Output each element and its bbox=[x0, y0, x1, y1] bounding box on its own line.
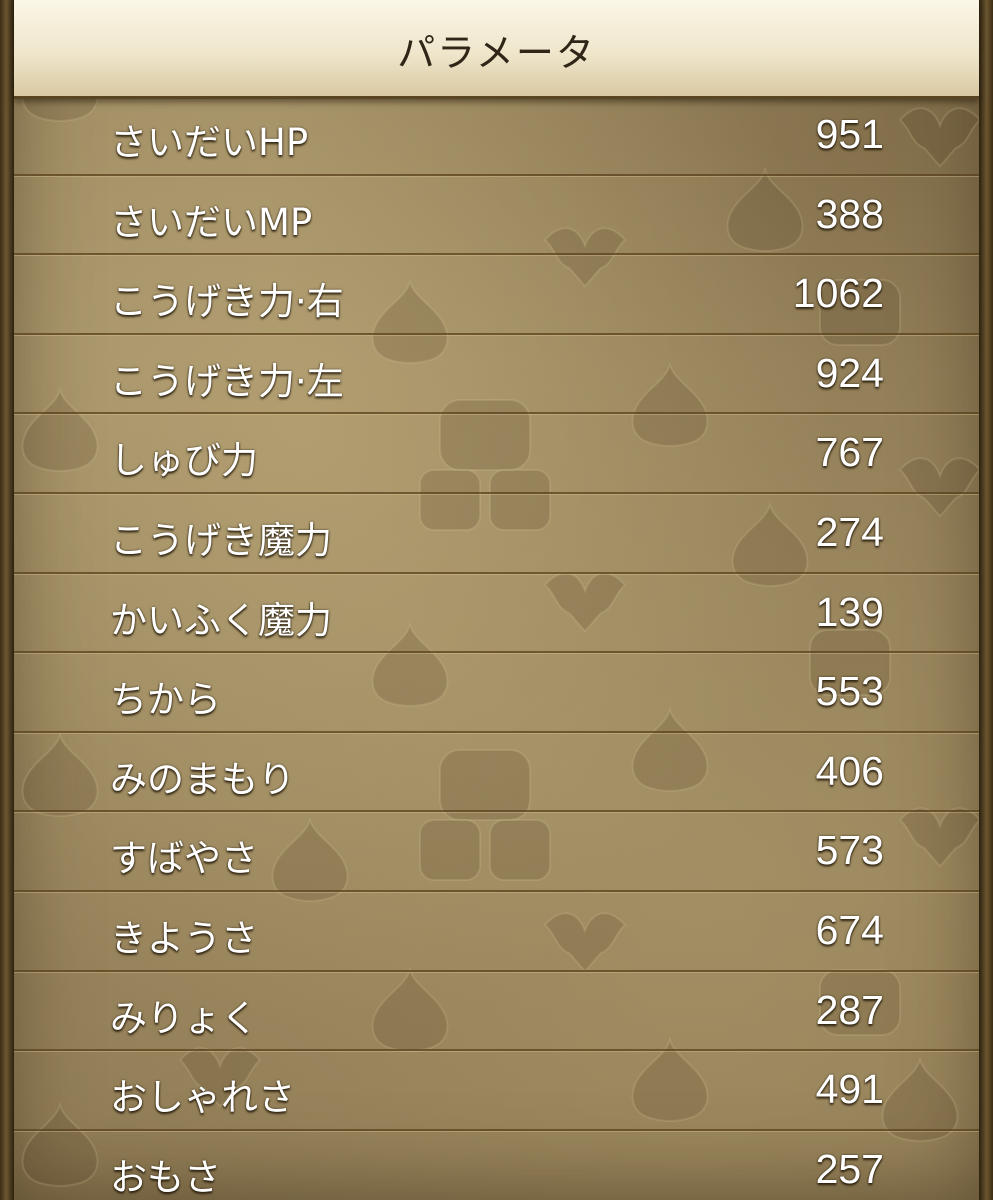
parameter-label: みりょく bbox=[110, 996, 258, 1040]
page-title: パラメータ bbox=[397, 31, 596, 75]
parameter-label: しゅび力 bbox=[110, 439, 258, 483]
parameter-label: きようさ bbox=[110, 916, 258, 960]
parameter-label: こうげき魔力 bbox=[110, 518, 332, 562]
parameter-value: 573 bbox=[815, 827, 884, 874]
parameter-value: 674 bbox=[815, 906, 884, 953]
parameter-panel: パラメータ さいだいHP 951 さいだいMP 388 こうげき力·右 1062… bbox=[0, 0, 993, 1200]
parameter-row-defense: しゅび力 767 bbox=[14, 414, 979, 494]
parameter-row-heal-magic: かいふく魔力 139 bbox=[14, 574, 979, 654]
parameter-row-charm: みりょく 287 bbox=[14, 972, 979, 1052]
parameter-label: こうげき力·右 bbox=[110, 280, 344, 324]
parameter-row-strength: ちから 553 bbox=[14, 653, 979, 733]
parameter-value: 1062 bbox=[792, 270, 884, 317]
parameter-row-protection: みのまもり 406 bbox=[14, 733, 979, 813]
parameter-row-style: おしゃれさ 491 bbox=[14, 1051, 979, 1131]
parameter-value: 491 bbox=[815, 1066, 884, 1113]
parameter-label: こうげき力·左 bbox=[110, 359, 344, 403]
parameter-label: すばやさ bbox=[110, 837, 258, 881]
parameter-value: 767 bbox=[815, 429, 884, 476]
parameter-row-max-hp: さいだいHP 951 bbox=[14, 96, 979, 176]
parameter-row-agility: すばやさ 573 bbox=[14, 812, 979, 892]
parameter-label: おしゃれさ bbox=[110, 1076, 295, 1120]
parameter-value: 406 bbox=[815, 747, 884, 794]
header-bar: パラメータ bbox=[14, 0, 979, 99]
parameter-label: さいだいMP bbox=[110, 200, 313, 244]
parameter-label: かいふく魔力 bbox=[110, 598, 332, 642]
parameter-value: 274 bbox=[815, 508, 884, 555]
parameter-value: 257 bbox=[815, 1145, 884, 1192]
parameter-value: 553 bbox=[815, 668, 884, 715]
parameter-row-attack-left: こうげき力·左 924 bbox=[14, 335, 979, 415]
parameter-label: ちから bbox=[110, 678, 221, 722]
right-frame-rail bbox=[979, 0, 993, 1200]
parameter-value: 388 bbox=[815, 190, 884, 237]
parameter-row-attack-magic: こうげき魔力 274 bbox=[14, 494, 979, 574]
parameter-label: さいだいHP bbox=[110, 121, 309, 164]
parameter-value: 287 bbox=[815, 986, 884, 1033]
parameter-row-dexterity: きようさ 674 bbox=[14, 892, 979, 972]
parameter-row-attack-right: こうげき力·右 1062 bbox=[14, 255, 979, 335]
left-frame-rail bbox=[0, 0, 14, 1200]
parameter-value: 139 bbox=[815, 588, 884, 635]
parameter-label: みのまもり bbox=[110, 757, 295, 801]
parameter-list: さいだいHP 951 さいだいMP 388 こうげき力·右 1062 こうげき力… bbox=[14, 96, 979, 1200]
parameter-row-max-mp: さいだいMP 388 bbox=[14, 176, 979, 256]
parameter-label: おもさ bbox=[110, 1155, 221, 1199]
parameter-row-weight: おもさ 257 bbox=[14, 1131, 979, 1200]
parameter-value: 924 bbox=[815, 349, 884, 396]
parameter-value: 951 bbox=[815, 111, 884, 157]
